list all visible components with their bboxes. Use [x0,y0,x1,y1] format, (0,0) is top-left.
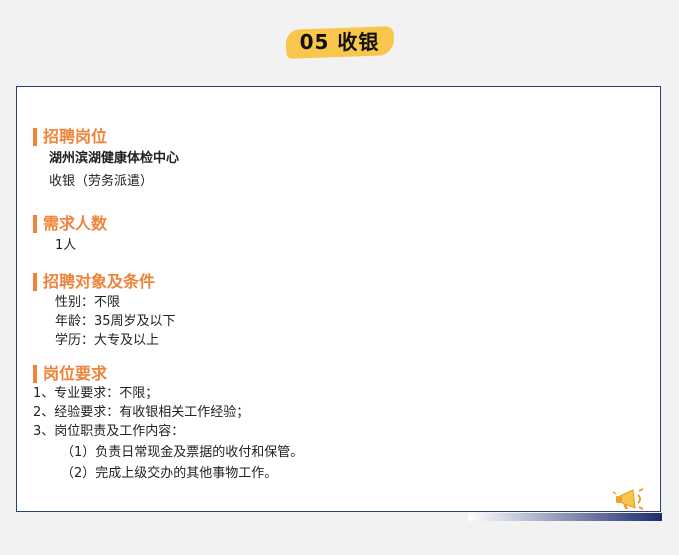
headcount-value: 1人 [55,238,77,253]
title-area: 05 收银 [0,22,679,59]
requirements-list: 1、专业要求：不限； 2、经验要求：有收银相关工作经验； 3、岗位职责及工作内容… [33,384,303,483]
section-heading: 招聘岗位 [33,127,179,147]
role-name: 收银（劳务派遣） [49,174,154,189]
condition-item: 年龄：35周岁及以下 [55,314,176,329]
company-name: 湖州滨湖健康体检中心 [49,151,180,166]
requirement-item: 2、经验要求：有收银相关工作经验； [33,405,250,420]
condition-item: 性别：不限 [55,295,121,310]
section-position: 招聘岗位 湖州滨湖健康体检中心 收银（劳务派遣） [33,127,179,191]
section-heading: 岗位要求 [33,364,107,384]
condition-item: 学历：大专及以上 [55,333,160,348]
requirement-item: 3、岗位职责及工作内容： [33,424,185,439]
job-card: 招聘岗位 湖州滨湖健康体检中心 收银（劳务派遣） 需求人数 1人 招聘对象及条件… [16,86,661,512]
section-heading: 需求人数 [33,214,107,234]
page-title: 05 收银 [288,22,392,59]
section-heading: 招聘对象及条件 [33,272,176,292]
section-headcount: 需求人数 1人 [33,214,107,255]
footer-gradient-bar [468,513,662,521]
duty-item: （1）负责日常现金及票据的收付和保管。 [61,445,304,460]
section-conditions: 招聘对象及条件 性别：不限 年龄：35周岁及以下 学历：大专及以上 [33,272,176,350]
section-requirements: 岗位要求 [33,364,107,384]
requirement-item: 1、专业要求：不限； [33,386,159,401]
duty-item: （2）完成上级交办的其他事物工作。 [61,466,278,481]
megaphone-icon [612,488,644,510]
